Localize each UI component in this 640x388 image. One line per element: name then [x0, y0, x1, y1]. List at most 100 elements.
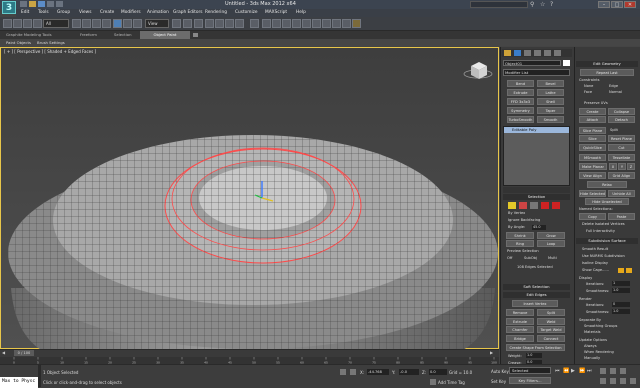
quickslice-button[interactable]: QuickSlice [579, 144, 606, 151]
menu-help[interactable]: Help [296, 10, 306, 15]
tab-graphite-modeling[interactable]: Graphite Modeling Tools [6, 32, 52, 37]
split-button[interactable]: Split [537, 309, 565, 316]
subtab-brush-settings[interactable]: Brush Settings [37, 40, 65, 45]
unhide-all-button[interactable]: Unhide All [608, 190, 635, 197]
redo-tool-icon[interactable] [13, 19, 22, 28]
paste-button[interactable]: Paste [608, 213, 635, 220]
isoline-display-checkbox[interactable]: Isoline Display [582, 261, 608, 265]
menu-customize[interactable]: Customize [235, 10, 258, 15]
rect-selection-icon[interactable] [92, 19, 101, 28]
copy-button[interactable]: Copy [579, 213, 606, 220]
schematic-view-icon[interactable] [312, 19, 321, 28]
weight-spinner[interactable]: 1.0 [526, 353, 542, 358]
border-mode-icon[interactable] [530, 202, 538, 209]
ffd-button[interactable]: FFD 3x3x3 [507, 98, 534, 105]
repeat-last-button[interactable]: Repeat Last [580, 69, 634, 76]
display-iterations-spinner[interactable]: 1 [612, 281, 630, 286]
maximize-viewport-icon[interactable] [630, 378, 636, 384]
extrude-button[interactable]: Extrude [507, 89, 534, 96]
by-angle-spinner[interactable]: 45.0 [532, 225, 546, 230]
maximize-button[interactable]: □ [611, 1, 623, 8]
tab-object-paint[interactable]: Object Paint [140, 31, 190, 39]
layer-manager-icon[interactable] [282, 19, 291, 28]
msmooth-button[interactable]: MSmooth [579, 154, 606, 161]
window-crossing-icon[interactable] [102, 19, 111, 28]
link-icon[interactable] [23, 19, 32, 28]
manipulate-icon[interactable] [183, 19, 192, 28]
shrink-button[interactable]: Shrink [506, 232, 534, 239]
add-time-tag-button[interactable]: Add Time Tag [438, 380, 465, 385]
planar-x-button[interactable]: X [609, 163, 617, 170]
save-file-icon[interactable] [38, 1, 45, 7]
subtab-paint-objects[interactable]: Paint Objects [6, 40, 31, 45]
ring-button[interactable]: Ring [506, 240, 534, 247]
snaps-icon[interactable] [205, 19, 214, 28]
taper-button[interactable]: Taper [537, 107, 564, 114]
key-selection-dropdown[interactable]: Selected [509, 367, 551, 374]
keyboard-shortcut-icon[interactable] [194, 19, 203, 28]
menu-views[interactable]: Views [79, 10, 91, 15]
unlink-icon[interactable] [33, 19, 42, 28]
planar-z-button[interactable]: Z [627, 163, 635, 170]
stack-item-editable-poly[interactable]: Editable Poly [504, 127, 569, 133]
constraint-none-radio[interactable]: None [584, 84, 593, 88]
turbosmooth-button[interactable]: TurboSmooth [507, 116, 534, 123]
key-filters-button[interactable]: Key Filters... [509, 377, 551, 384]
close-button[interactable]: ✕ [624, 1, 636, 8]
tab-freeform[interactable]: Freeform [80, 32, 97, 37]
ribbon-options-icon[interactable] [193, 33, 198, 37]
reference-coord-dropdown[interactable]: View [145, 19, 169, 28]
reset-plane-button[interactable]: Reset Plane [608, 135, 635, 142]
menu-modifiers[interactable]: Modifiers [121, 10, 141, 15]
hide-unselected-button[interactable]: Hide Unselected [585, 198, 629, 205]
perspective-viewport[interactable] [0, 47, 499, 358]
maxscript-listener[interactable]: Max to Physc [0, 377, 38, 388]
pan-icon[interactable] [610, 378, 616, 384]
menu-graph-editors[interactable]: Graph Editors [173, 10, 203, 15]
create-button[interactable]: Create [579, 108, 606, 115]
viewport-label[interactable]: [ + ] [ Perspective ] [ Shaded + Edged F… [4, 49, 96, 54]
menu-tools[interactable]: Tools [38, 10, 49, 15]
auto-key-button[interactable]: Auto Key [491, 369, 509, 374]
percent-snap-icon[interactable] [225, 19, 234, 28]
viewcube-icon[interactable] [463, 62, 493, 79]
bevel-button[interactable]: Bevel [537, 80, 564, 87]
full-interactivity-checkbox[interactable]: Full Interactivity [586, 229, 615, 233]
time-tag-icon[interactable] [430, 379, 436, 385]
cut-button[interactable]: Cut [608, 144, 635, 151]
cage-color-swatch[interactable] [618, 268, 624, 273]
track-bar[interactable]: 0 5 10 15 20 25 30 35 40 45 50 55 60 65 70 75 80 85 90 95 10… [0, 357, 499, 365]
update-when-rendering-radio[interactable]: When Rendering [584, 350, 614, 354]
prev-frame-icon[interactable]: ⏪ [563, 368, 569, 374]
menu-animation[interactable]: Animation [147, 10, 169, 15]
smoothing-groups-checkbox[interactable]: Smoothing Groups [584, 324, 617, 328]
hide-selected-button[interactable]: Hide Selected [579, 190, 606, 197]
open-file-icon[interactable] [29, 1, 36, 7]
selection-rollout-header[interactable]: Selection [503, 194, 570, 200]
constraint-edge-radio[interactable]: Edge [609, 84, 618, 88]
undo-tool-icon[interactable] [3, 19, 12, 28]
cage-selected-color-swatch[interactable] [626, 268, 632, 273]
time-slider-thumb[interactable]: 0 / 100 [14, 350, 34, 356]
create-tab-icon[interactable] [504, 50, 511, 56]
grow-button[interactable]: Grow [537, 232, 565, 239]
display-tab-icon[interactable] [544, 50, 551, 56]
slice-button[interactable]: Slice [579, 135, 606, 142]
scale-icon[interactable] [133, 19, 142, 28]
absolute-mode-icon[interactable] [350, 369, 356, 375]
field-of-view-icon[interactable] [600, 378, 606, 384]
star-icon[interactable]: ☆ [540, 1, 547, 8]
pivot-center-icon[interactable] [172, 19, 181, 28]
show-cage-checkbox[interactable]: Show Cage...... [582, 268, 609, 272]
edge-mode-icon[interactable] [519, 202, 527, 209]
modifier-stack[interactable] [503, 126, 570, 186]
use-nurms-checkbox[interactable]: Use NURMS Subdivision [582, 254, 625, 258]
display-smoothness-spinner[interactable]: 1.0 [612, 288, 630, 293]
time-next-icon[interactable]: ▶ [490, 350, 495, 356]
grid-align-button[interactable]: Grid Align [608, 172, 635, 179]
align-icon[interactable] [272, 19, 281, 28]
zoom-all-icon[interactable] [610, 368, 616, 374]
select-by-name-icon[interactable] [82, 19, 91, 28]
spinner-snap-icon[interactable] [235, 19, 244, 28]
target-weld-button[interactable]: Target Weld [537, 326, 565, 333]
